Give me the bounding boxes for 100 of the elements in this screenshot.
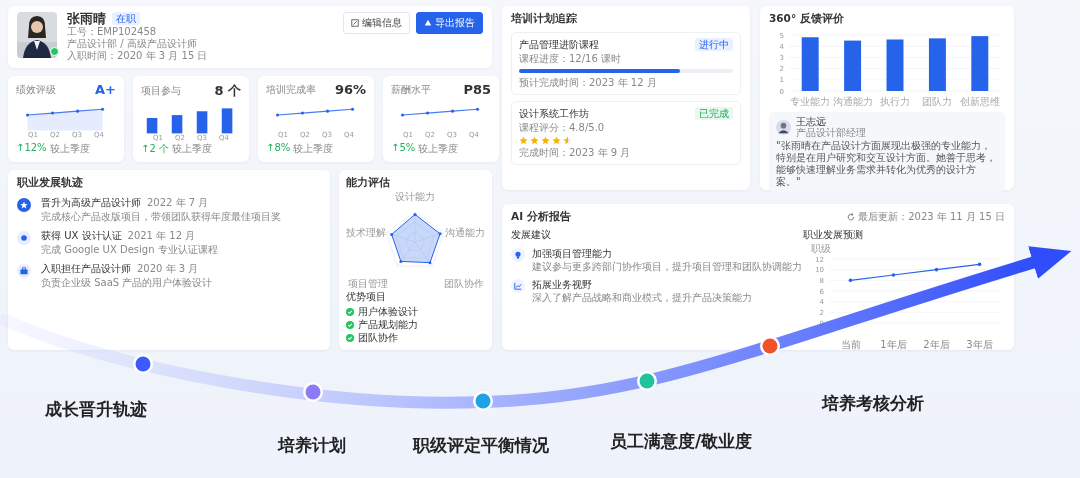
star-icon: [552, 136, 561, 145]
strength-item: 用户体验设计: [358, 305, 418, 318]
employee-name: 张雨晴: [67, 12, 106, 25]
section-title: AI 分析报告: [511, 210, 571, 224]
status-badge: 在职: [112, 12, 140, 25]
axis-label: 技术理解: [346, 227, 386, 238]
review-quote: "张雨晴在产品设计方面展现出极强的专业能力，特别是在用户研究和交互设计方面。她善于思考，能够快速理解业务需求并转化为优秀的设计方案。": [776, 140, 997, 188]
axis-label: 沟通能力: [445, 227, 485, 238]
suggestion-description: 深入了解产品战略和商业模式，提升产品决策能力: [532, 292, 752, 304]
milestone-dot: [133, 354, 153, 374]
event-date: 2022 年 7 月: [147, 197, 209, 209]
change-note: 较上季度: [49, 142, 90, 156]
hire-date: 入职时间：2020 年 3 月 15 日: [67, 50, 209, 62]
axis-label: 专业能力: [790, 96, 831, 107]
change-note: 较上季度: [171, 142, 212, 156]
chart-point: [977, 262, 982, 267]
milestone-label: 成长晋升轨迹: [45, 398, 147, 421]
axis-label: 沟通能力: [832, 96, 873, 107]
milestone-dot: [637, 371, 657, 391]
chart-point: [848, 278, 853, 283]
chart-bar: [928, 38, 946, 91]
course-detail: 课程评分：4.8/5.0: [519, 122, 606, 134]
refresh-icon: [847, 213, 856, 221]
last-updated: 最后更新：2023 年 11 月 15 日: [858, 210, 1005, 224]
change-value: ↑12%: [16, 142, 47, 155]
star-icon: [541, 136, 550, 145]
reviewer-name: 王志远: [796, 116, 827, 127]
chart-point: [891, 273, 896, 277]
strength-item: 团队协作: [358, 331, 398, 344]
milestone-label: 职级评定平衡情况: [413, 434, 549, 457]
axis-title: 职级: [811, 243, 831, 254]
edit-icon: [351, 19, 359, 27]
kpi-value: 96%: [334, 82, 366, 97]
kpi-title: 薪酬水平: [391, 82, 431, 97]
axis-label: 当前: [840, 339, 861, 350]
kpi-title: 绩效评级: [16, 82, 56, 97]
event-date: 2021 年 12 月: [127, 230, 196, 242]
axis-label: 团队力: [922, 96, 953, 107]
course-date: 完成时间：2023 年 9 月: [519, 147, 632, 159]
change-value: ↑8%: [266, 142, 291, 155]
subsection-title: 职业发展预测: [803, 228, 864, 242]
course-date: 预计完成时间：2023 年 12 月: [519, 77, 658, 89]
axis-label: 设计能力: [395, 191, 435, 202]
change-value: ↑5%: [391, 142, 416, 155]
milestone-label: 培养计划: [278, 434, 346, 457]
section-title: 360° 反馈评价: [769, 12, 845, 26]
axis-label: 创新思维: [959, 96, 1000, 107]
axis-label: 1年后: [880, 339, 907, 350]
milestone-dot: [303, 382, 323, 402]
change-note: 较上季度: [418, 142, 459, 156]
check-icon: [346, 320, 354, 329]
axis-label: 执行力: [880, 96, 910, 107]
reviewer-role: 产品设计部经理: [796, 127, 866, 138]
axis-label: 2年后: [923, 339, 950, 350]
strengths-title: 优势项目: [346, 290, 387, 304]
export-button[interactable]: 导出报告: [416, 12, 483, 34]
change-note: 较上季度: [293, 142, 334, 156]
strength-item: 产品规划能力: [358, 318, 418, 331]
axis-label: 项目管理: [348, 278, 388, 288]
event-description: 负责企业级 SaaS 产品的用户体验设计: [41, 277, 213, 289]
star-icon: [530, 136, 539, 145]
milestone-label: 培养考核分析: [822, 392, 924, 415]
chart-bar: [844, 40, 862, 91]
event-title: 晋升为高级产品设计师: [41, 197, 141, 209]
milestone-label: 员工满意度/敬业度: [610, 430, 753, 453]
change-value: ↑2 个: [141, 142, 169, 156]
lightbulb-icon: [514, 251, 522, 259]
kpi-title: 培训完成率: [266, 82, 316, 97]
subsection-title: 发展建议: [511, 228, 552, 242]
event-title: 获得 UX 设计认证: [41, 230, 122, 242]
event-description: 完成核心产品改版项目，带领团队获得年度最佳项目奖: [41, 211, 281, 223]
section-title: 能力评估: [346, 176, 391, 190]
check-icon: [346, 307, 354, 316]
department-text: 产品设计部 / 高级产品设计师: [67, 38, 198, 50]
event-date: 2020 年 3 月: [137, 263, 199, 275]
upload-icon: [424, 19, 432, 27]
line-chart-icon: [514, 282, 522, 290]
chart-bar: [886, 39, 904, 91]
course-detail: 课程进度：12/16 课时: [519, 53, 622, 65]
suggestion-title: 拓展业务视野: [532, 279, 593, 291]
course-title: 设计系统工作坊: [519, 107, 589, 120]
event-description: 完成 Google UX Design 专业认证课程: [41, 244, 218, 256]
chart-bar: [971, 36, 989, 91]
chart-point: [934, 267, 939, 272]
milestone-dot: [473, 391, 493, 411]
event-title: 入职担任产品设计师: [41, 263, 131, 275]
chart-bar: [801, 37, 819, 91]
status-badge: 已完成: [695, 107, 733, 120]
check-icon: [346, 333, 354, 342]
axis-label: 团队协作: [444, 278, 484, 288]
suggestion-description: 建议参与更多跨部门协作项目，提升项目管理和团队协调能力: [532, 261, 802, 273]
axis-label: 3年后: [966, 339, 993, 350]
course-title: 产品管理进阶课程: [519, 38, 599, 51]
star-icon: [519, 136, 528, 145]
section-title: 培训计划追踪: [511, 12, 578, 26]
employee-id: 工号：EMP102458: [67, 26, 158, 38]
suggestion-title: 加强项目管理能力: [532, 248, 613, 260]
star-icon: [563, 136, 572, 145]
section-title: 职业发展轨迹: [17, 176, 84, 190]
edit-button[interactable]: 编辑信息: [343, 12, 410, 34]
